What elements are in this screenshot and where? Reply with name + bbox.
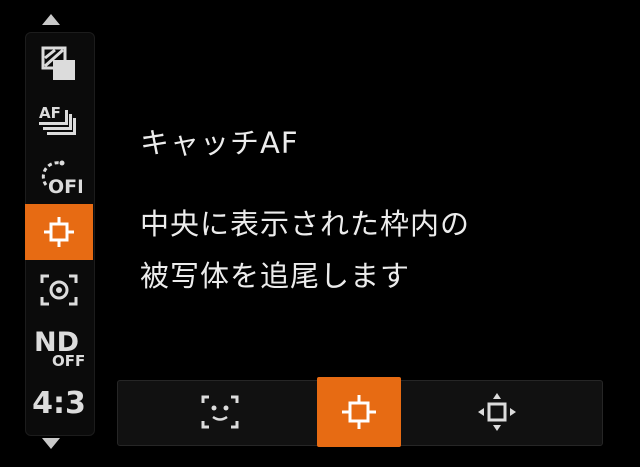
center-crosshair-icon bbox=[342, 395, 376, 429]
option-description: 中央に表示された枠内の 被写体を追尾します bbox=[140, 198, 470, 302]
menu-item-self-timer[interactable]: OFF bbox=[25, 148, 93, 204]
picture-effect-icon bbox=[41, 46, 75, 80]
svg-text:OFF: OFF bbox=[48, 176, 82, 197]
option-title: キャッチAF bbox=[140, 126, 299, 160]
tracking-af-icon bbox=[44, 217, 74, 247]
scroll-down-icon[interactable] bbox=[42, 438, 60, 449]
nd-filter-off-icon: ND OFF bbox=[34, 327, 84, 368]
menu-item-picture-effect[interactable] bbox=[25, 36, 93, 92]
scroll-up-icon[interactable] bbox=[42, 14, 60, 25]
menu-item-nd-filter[interactable]: ND OFF bbox=[25, 318, 93, 374]
metering-icon bbox=[40, 274, 78, 306]
movable-frame-icon bbox=[478, 393, 516, 431]
aspect-ratio-label: 4:3 bbox=[32, 386, 86, 421]
menu-item-aspect-ratio[interactable]: 4:3 bbox=[25, 376, 93, 432]
svg-text:OFF: OFF bbox=[52, 352, 84, 368]
option-face-detection[interactable] bbox=[178, 377, 262, 447]
svg-text:AF: AF bbox=[39, 104, 61, 122]
description-line-2: 被写体を追尾します bbox=[140, 259, 411, 293]
menu-item-tracking-af[interactable] bbox=[25, 204, 93, 260]
self-timer-off-icon: OFF bbox=[41, 160, 82, 197]
menu-item-af-drive[interactable]: AF bbox=[25, 92, 93, 148]
face-detection-icon bbox=[201, 395, 239, 429]
af-drive-icon: AF bbox=[39, 104, 76, 135]
option-movable-frame[interactable] bbox=[455, 377, 539, 447]
description-line-1: 中央に表示された枠内の bbox=[140, 207, 471, 241]
menu-item-metering[interactable] bbox=[25, 262, 93, 318]
option-center-tracking[interactable] bbox=[317, 377, 401, 447]
